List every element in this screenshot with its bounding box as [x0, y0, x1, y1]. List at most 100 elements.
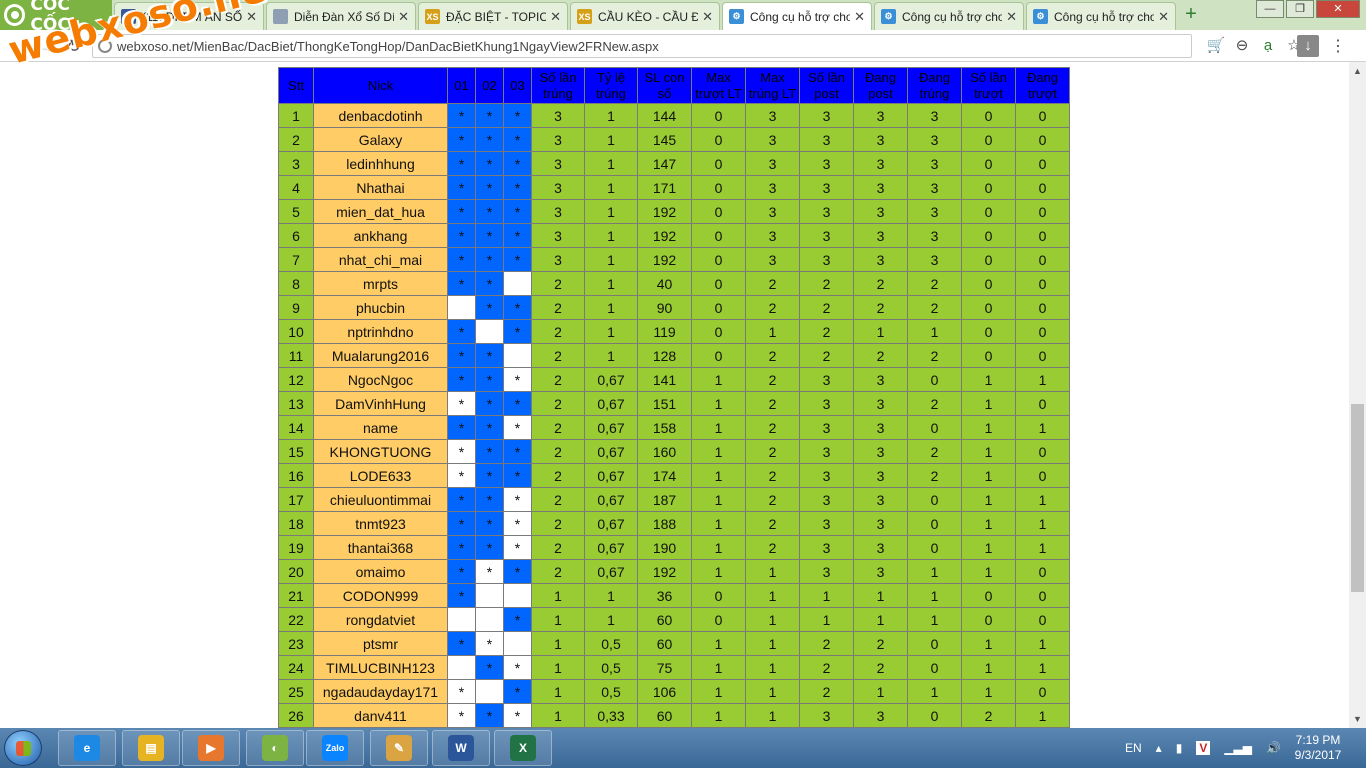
taskbar-app-ie[interactable]: e — [58, 730, 116, 766]
zoom-icon[interactable]: ⊖ — [1231, 36, 1253, 56]
taskbar-app-paint[interactable]: ✎ — [370, 730, 428, 766]
browser-tab[interactable]: ⚙ Công cụ hỗ trợ chơ ✕ — [874, 2, 1024, 30]
stat-cell: 1 — [584, 607, 638, 632]
column-header: Tỷ lệ trúng — [584, 67, 638, 104]
browser-tab[interactable]: XS ĐẶC BIỆT - TOPIC ✕ — [418, 2, 568, 30]
mark-cell-02: * — [475, 655, 504, 680]
table-row: 24 TIMLUCBINH123 * * 1 0,5 75 1 1 2 2 0 1 1 — [278, 655, 1070, 680]
browser-tab[interactable]: Diễn Đàn Xổ Số Dí ✕ — [266, 2, 416, 30]
nick-cell[interactable]: NgocNgoc — [313, 367, 448, 392]
nick-cell[interactable]: omaimo — [313, 559, 448, 584]
url-input[interactable]: webxoso.net/MienBac/DacBiet/ThongKeTongH… — [92, 34, 1192, 58]
table-row: 12 NgocNgoc * * * 2 0,67 141 1 2 3 3 0 1 1 — [278, 367, 1070, 392]
download-button[interactable]: ↓ — [1297, 35, 1319, 57]
stat-cell: 2 — [853, 655, 908, 680]
stat-cell: 0 — [961, 247, 1016, 272]
start-button[interactable] — [4, 730, 42, 766]
nick-cell[interactable]: KHONGTUONG — [313, 439, 448, 464]
nick-cell[interactable]: phucbin — [313, 295, 448, 320]
nick-cell[interactable]: mrpts — [313, 271, 448, 296]
stat-cell: 1 — [691, 535, 746, 560]
stat-cell: 3 — [853, 559, 908, 584]
mark-cell-03: * — [503, 295, 532, 320]
row-number: 21 — [278, 583, 314, 608]
nick-cell[interactable]: ankhang — [313, 223, 448, 248]
column-header: 03 — [503, 67, 532, 104]
stat-cell: 2 — [799, 319, 854, 344]
nick-cell[interactable]: nhat_chi_mai — [313, 247, 448, 272]
nick-cell[interactable]: Nhathai — [313, 175, 448, 200]
stat-cell: 3 — [531, 175, 585, 200]
taskbar-app-zalo[interactable]: Zalo — [306, 730, 364, 766]
nick-cell[interactable]: DamVinhHung — [313, 391, 448, 416]
tab-close-icon[interactable]: ✕ — [550, 9, 561, 25]
browser-menu-button[interactable]: ⋮ — [1330, 36, 1346, 56]
vietkey-icon[interactable]: V — [1196, 741, 1211, 755]
stat-cell: 1 — [745, 607, 800, 632]
browser-tab[interactable]: ⚙ Công cụ hỗ trợ chơ ✕ — [722, 2, 872, 30]
nick-cell[interactable]: rongdatviet — [313, 607, 448, 632]
minimize-button[interactable]: — — [1256, 0, 1284, 18]
row-number: 12 — [278, 367, 314, 392]
taskbar-app-explorer[interactable]: ▤ — [122, 730, 180, 766]
stat-cell: 2 — [531, 391, 585, 416]
nick-cell[interactable]: nptrinhdno — [313, 319, 448, 344]
mark-cell-03: * — [503, 319, 532, 344]
close-window-button[interactable]: ✕ — [1316, 0, 1360, 18]
browser-tab[interactable]: XS CẦU KÈO - CẦU Đ ✕ — [570, 2, 720, 30]
tab-close-icon[interactable]: ✕ — [702, 9, 713, 25]
device-icon[interactable]: ▮ — [1176, 741, 1183, 755]
mark-cell-01: * — [447, 127, 476, 152]
taskbar-app-media[interactable]: ▶ — [182, 730, 240, 766]
tab-close-icon[interactable]: ✕ — [1158, 9, 1169, 25]
nick-cell[interactable]: ngadaudayday171 — [313, 679, 448, 704]
stat-cell: 1 — [853, 679, 908, 704]
nick-cell[interactable]: ptsmr — [313, 631, 448, 656]
nick-cell[interactable]: ledinhhung — [313, 151, 448, 176]
stat-cell: 147 — [637, 151, 692, 176]
stat-cell: 2 — [907, 295, 962, 320]
vertical-scrollbar[interactable]: ▲ ▼ — [1349, 62, 1366, 728]
nick-cell[interactable]: tnmt923 — [313, 511, 448, 536]
vietnamese-input-icon[interactable]: ạ — [1257, 36, 1279, 56]
row-number: 26 — [278, 703, 314, 728]
nick-cell[interactable]: TIMLUCBINH123 — [313, 655, 448, 680]
tab-close-icon[interactable]: ✕ — [1006, 9, 1017, 25]
stat-cell: 0 — [907, 703, 962, 728]
nick-cell[interactable]: Mualarung2016 — [313, 343, 448, 368]
taskbar-app-excel[interactable]: X — [494, 730, 552, 766]
table-row: 9 phucbin * * 2 1 90 0 2 2 2 2 0 0 — [278, 295, 1070, 320]
stat-cell: 3 — [853, 103, 908, 128]
stat-cell: 192 — [637, 559, 692, 584]
nick-cell[interactable]: thantai368 — [313, 535, 448, 560]
stat-cell: 0,67 — [584, 511, 638, 536]
scrollbar-thumb[interactable] — [1351, 404, 1364, 592]
nick-cell[interactable]: LODE633 — [313, 463, 448, 488]
scroll-up-arrow-icon[interactable]: ▲ — [1353, 66, 1362, 76]
tab-close-icon[interactable]: ✕ — [854, 9, 865, 25]
maximize-button[interactable]: ❐ — [1286, 0, 1314, 18]
nick-cell[interactable]: name — [313, 415, 448, 440]
nick-cell[interactable]: mien_dat_hua — [313, 199, 448, 224]
taskbar-app-word[interactable]: W — [432, 730, 490, 766]
nick-cell[interactable]: Galaxy — [313, 127, 448, 152]
scroll-down-arrow-icon[interactable]: ▼ — [1353, 714, 1362, 724]
nick-cell[interactable]: CODON999 — [313, 583, 448, 608]
volume-icon[interactable]: 🔊 — [1266, 741, 1281, 755]
browser-tab[interactable]: ⚙ Công cụ hỗ trợ chơ ✕ — [1026, 2, 1176, 30]
network-icon[interactable]: ▁▃▅ — [1224, 741, 1252, 755]
nick-cell[interactable]: danv411 — [313, 703, 448, 728]
nick-cell[interactable]: denbacdotinh — [313, 103, 448, 128]
taskbar-app-coccoc[interactable]: ◐ — [246, 730, 304, 766]
tab-close-icon[interactable]: ✕ — [398, 9, 409, 25]
stat-cell: 2 — [531, 487, 585, 512]
column-header: 01 — [447, 67, 476, 104]
stat-cell: 0 — [961, 223, 1016, 248]
new-tab-button[interactable]: + — [1182, 4, 1200, 24]
address-bar-tools: 🛒 ⊖ ạ ☆ — [1205, 36, 1309, 56]
shopping-cart-icon[interactable]: 🛒 — [1205, 36, 1227, 56]
language-indicator[interactable]: EN — [1125, 741, 1142, 755]
tray-arrow-icon[interactable]: ▴ — [1156, 741, 1162, 755]
nick-cell[interactable]: chieuluontimmai — [313, 487, 448, 512]
taskbar-clock[interactable]: 7:19 PM 9/3/2017 — [1288, 733, 1348, 763]
